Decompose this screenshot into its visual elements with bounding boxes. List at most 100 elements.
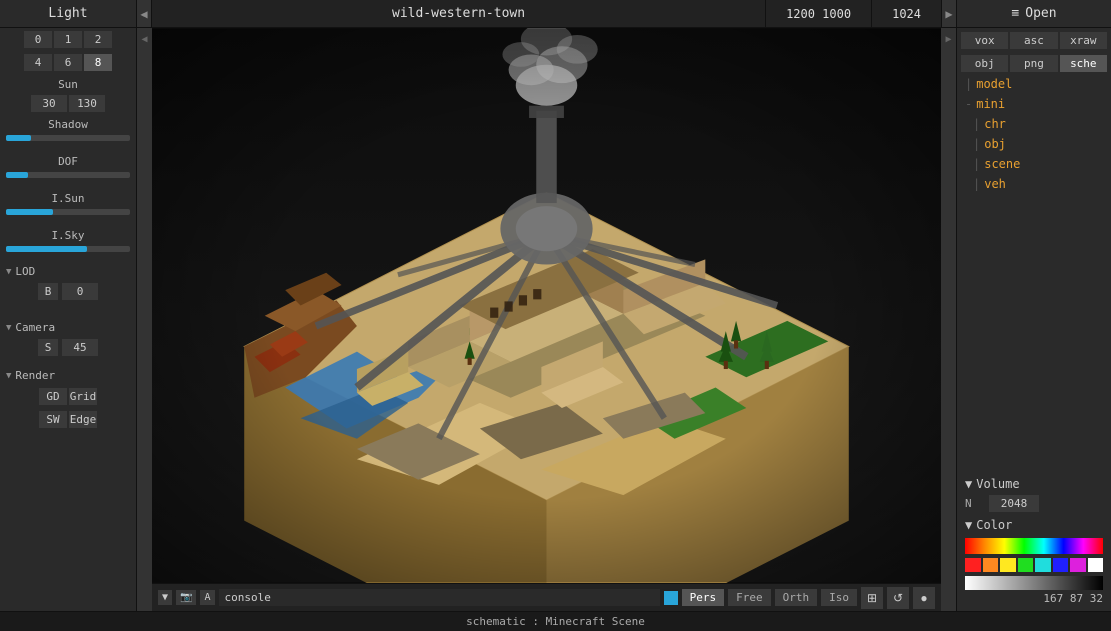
camera-btn[interactable]: 📷 xyxy=(176,590,196,605)
num-btn-8[interactable]: 8 xyxy=(84,54,112,71)
viewport-image[interactable] xyxy=(152,28,941,583)
light-title: Light xyxy=(48,6,87,21)
swatch-orange[interactable] xyxy=(983,558,999,572)
lod-b: B xyxy=(38,283,58,300)
swatch-white[interactable] xyxy=(1088,558,1104,572)
left-panel: 0 1 2 4 6 8 Sun 30 130 Shadow DOF I.Sun xyxy=(0,28,137,611)
volume-section: ▼ Volume xyxy=(957,473,1111,493)
lod-row: B 0 xyxy=(0,281,136,302)
num-btn-1[interactable]: 1 xyxy=(54,31,82,48)
grid-icon-btn[interactable]: ⊞ xyxy=(861,587,883,609)
isun-slider[interactable] xyxy=(6,209,130,215)
console-input[interactable] xyxy=(219,589,660,606)
iso-btn[interactable]: Iso xyxy=(821,589,857,606)
left-collapse-strip: ◀ xyxy=(137,28,152,611)
isky-label: I.Sky xyxy=(0,225,136,244)
collapse-right-button[interactable]: ▶ xyxy=(941,0,956,27)
left-panel-title: Light xyxy=(0,0,137,27)
color-gradient[interactable] xyxy=(965,538,1103,554)
camera-label: Camera xyxy=(15,321,55,334)
gd-btn[interactable]: GD xyxy=(39,388,67,405)
swatch-green[interactable] xyxy=(1018,558,1034,572)
camera-arrow: ▼ xyxy=(6,323,11,333)
shadow-slider[interactable] xyxy=(6,135,130,141)
dof-slider[interactable] xyxy=(6,172,130,178)
view-indicator xyxy=(664,591,678,605)
sche-btn[interactable]: sche xyxy=(1060,55,1107,72)
tree-veh[interactable]: | veh xyxy=(957,174,1111,194)
lod-val[interactable]: 0 xyxy=(62,283,98,300)
scene-3d xyxy=(152,28,941,583)
num-buttons-row2: 4 6 8 xyxy=(0,51,136,74)
color-bottom xyxy=(965,576,1103,590)
render-size-display: 1024 xyxy=(871,0,941,27)
free-btn[interactable]: Free xyxy=(728,589,771,606)
sun-val2[interactable]: 130 xyxy=(69,95,105,112)
render-label: Render xyxy=(15,369,55,382)
refresh-btn[interactable]: ↺ xyxy=(887,587,909,609)
tree-obj[interactable]: | obj xyxy=(957,134,1111,154)
swatch-cyan[interactable] xyxy=(1035,558,1051,572)
num-buttons-row1: 0 1 2 xyxy=(0,28,136,51)
orth-btn[interactable]: Orth xyxy=(775,589,818,606)
render-buttons-2: SW Edge xyxy=(0,408,136,431)
a-btn[interactable]: A xyxy=(200,590,214,605)
isun-slider-fill xyxy=(6,209,53,215)
png-btn[interactable]: png xyxy=(1010,55,1057,72)
num-btn-0[interactable]: 0 xyxy=(24,31,52,48)
dof-slider-fill xyxy=(6,172,28,178)
camera-row: S 45 xyxy=(0,337,136,358)
right-collapse-strip: ▶ xyxy=(941,28,956,611)
isky-slider-fill xyxy=(6,246,87,252)
viewport: ▼ 📷 A Pers Free Orth Iso ⊞ ↺ ● xyxy=(152,28,941,611)
tree-model[interactable]: | model xyxy=(957,74,1111,94)
sw-btn[interactable]: SW xyxy=(39,411,67,428)
swatch-red[interactable] xyxy=(965,558,981,572)
format-row-1: vox asc xraw xyxy=(957,28,1111,51)
viewport-bottom-bar: ▼ 📷 A Pers Free Orth Iso ⊞ ↺ ● xyxy=(152,583,941,611)
isun-label: I.Sun xyxy=(0,188,136,207)
color-section: 167 87 32 xyxy=(957,534,1111,611)
asc-btn[interactable]: asc xyxy=(1010,32,1057,49)
sun-fields: 30 130 xyxy=(0,93,136,114)
pers-btn[interactable]: Pers xyxy=(682,589,725,606)
swatch-yellow[interactable] xyxy=(1000,558,1016,572)
vox-btn[interactable]: vox xyxy=(961,32,1008,49)
color-swatches xyxy=(965,558,1103,572)
shadow-label: Shadow xyxy=(0,114,136,133)
grid-btn[interactable]: Grid xyxy=(69,388,97,405)
camera-dropdown[interactable]: ▼ Camera xyxy=(0,318,136,337)
tree-scene[interactable]: | scene xyxy=(957,154,1111,174)
isky-slider[interactable] xyxy=(6,246,130,252)
num-btn-4[interactable]: 4 xyxy=(24,54,52,71)
tree-chr[interactable]: | chr xyxy=(957,114,1111,134)
camera-val[interactable]: 45 xyxy=(62,339,98,356)
collapse-left-button[interactable]: ◀ xyxy=(137,0,152,27)
swatch-blue[interactable] xyxy=(1053,558,1069,572)
brightness-slider[interactable] xyxy=(965,576,1103,590)
obj-btn[interactable]: obj xyxy=(961,55,1008,72)
dropdown-arrow-btn[interactable]: ▼ xyxy=(158,590,172,605)
render-dropdown[interactable]: ▼ Render xyxy=(0,366,136,385)
edge-btn[interactable]: Edge xyxy=(69,411,97,428)
camera-s: S xyxy=(38,339,58,356)
num-btn-2[interactable]: 2 xyxy=(84,31,112,48)
lod-dropdown[interactable]: ▼ LOD xyxy=(0,262,136,281)
lod-arrow: ▼ xyxy=(6,267,11,277)
swatch-magenta[interactable] xyxy=(1070,558,1086,572)
resolution-display: 1200 1000 xyxy=(765,0,871,27)
record-btn[interactable]: ● xyxy=(913,587,935,609)
status-text: schematic : Minecraft Scene xyxy=(466,615,645,628)
num-btn-6[interactable]: 6 xyxy=(54,54,82,71)
tree-mini[interactable]: - mini xyxy=(957,94,1111,114)
status-bar: schematic : Minecraft Scene xyxy=(0,611,1111,631)
shadow-slider-fill xyxy=(6,135,31,141)
sun-val1[interactable]: 30 xyxy=(31,95,67,112)
color-section-label: ▼ Color xyxy=(957,514,1111,534)
xraw-btn[interactable]: xraw xyxy=(1060,32,1107,49)
right-panel: vox asc xraw obj png sche | model - mini… xyxy=(956,28,1111,611)
volume-row: N 2048 xyxy=(957,493,1111,514)
color-rgb-value: 167 87 32 xyxy=(965,590,1103,607)
volume-val[interactable]: 2048 xyxy=(989,495,1039,512)
dof-label: DOF xyxy=(0,151,136,170)
